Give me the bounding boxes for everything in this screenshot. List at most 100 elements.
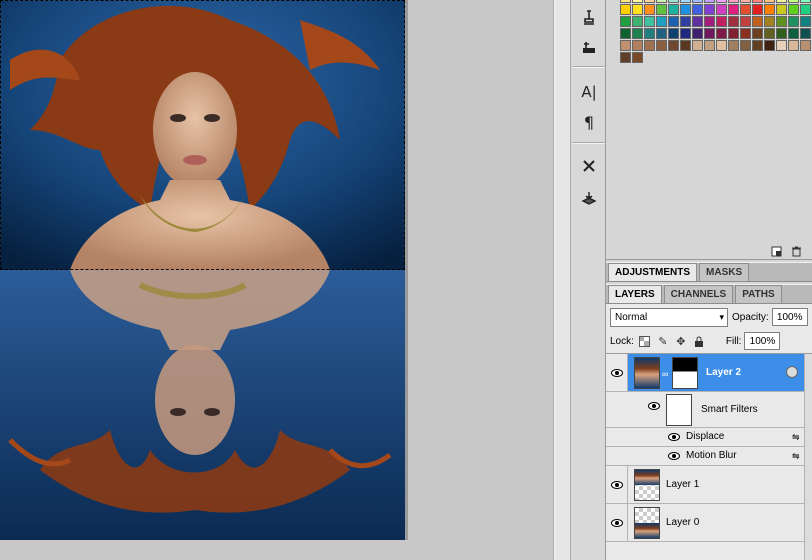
color-swatch[interactable] bbox=[620, 16, 631, 27]
color-swatch[interactable] bbox=[776, 28, 787, 39]
color-swatch[interactable] bbox=[632, 4, 643, 15]
canvas-area[interactable] bbox=[0, 0, 555, 560]
color-swatch[interactable] bbox=[752, 4, 763, 15]
color-swatch[interactable] bbox=[776, 4, 787, 15]
color-swatch[interactable] bbox=[704, 28, 715, 39]
color-swatch[interactable] bbox=[716, 4, 727, 15]
color-swatch[interactable] bbox=[680, 0, 691, 3]
clone-source-icon[interactable] bbox=[576, 6, 602, 30]
filter-options-icon[interactable]: ⇋ bbox=[792, 451, 804, 461]
tab-paths[interactable]: PATHS bbox=[735, 285, 782, 303]
color-swatch[interactable] bbox=[788, 28, 799, 39]
color-swatch[interactable] bbox=[740, 4, 751, 15]
color-swatch[interactable] bbox=[644, 0, 655, 3]
color-swatch[interactable] bbox=[704, 0, 715, 3]
tab-channels[interactable]: CHANNELS bbox=[663, 285, 734, 303]
color-swatch[interactable] bbox=[644, 28, 655, 39]
color-swatch[interactable] bbox=[800, 16, 811, 27]
color-swatch[interactable] bbox=[680, 16, 691, 27]
color-swatch[interactable] bbox=[704, 16, 715, 27]
color-swatch[interactable] bbox=[668, 16, 679, 27]
color-swatch[interactable] bbox=[728, 4, 739, 15]
color-swatch[interactable] bbox=[692, 16, 703, 27]
color-swatch[interactable] bbox=[776, 16, 787, 27]
new-swatch-icon[interactable] bbox=[770, 245, 782, 257]
lock-position-icon[interactable]: ✥ bbox=[674, 334, 688, 348]
tab-masks[interactable]: MASKS bbox=[699, 263, 750, 281]
color-swatch[interactable] bbox=[728, 0, 739, 3]
opacity-input[interactable]: 100% bbox=[771, 308, 808, 326]
color-swatch[interactable] bbox=[620, 40, 631, 51]
color-swatch[interactable] bbox=[740, 16, 751, 27]
visibility-toggle[interactable] bbox=[606, 466, 628, 503]
color-swatch[interactable] bbox=[656, 28, 667, 39]
color-swatch[interactable] bbox=[632, 40, 643, 51]
visibility-toggle[interactable] bbox=[606, 504, 628, 541]
color-swatch[interactable] bbox=[800, 28, 811, 39]
trash-icon[interactable] bbox=[790, 245, 802, 257]
color-swatch[interactable] bbox=[668, 40, 679, 51]
color-swatch[interactable] bbox=[764, 0, 775, 3]
color-swatch[interactable] bbox=[764, 4, 775, 15]
color-swatch[interactable] bbox=[800, 0, 811, 3]
color-swatch[interactable] bbox=[728, 16, 739, 27]
color-swatch[interactable] bbox=[632, 0, 643, 3]
color-swatch[interactable] bbox=[788, 4, 799, 15]
color-swatch[interactable] bbox=[632, 28, 643, 39]
color-swatch[interactable] bbox=[692, 0, 703, 3]
color-swatch[interactable] bbox=[620, 0, 631, 3]
layers-scrollbar[interactable] bbox=[804, 354, 812, 560]
color-swatch[interactable] bbox=[752, 28, 763, 39]
color-swatch[interactable] bbox=[620, 4, 631, 15]
color-swatch[interactable] bbox=[644, 40, 655, 51]
color-swatch[interactable] bbox=[716, 16, 727, 27]
color-swatch[interactable] bbox=[632, 16, 643, 27]
filter-options-icon[interactable]: ⇋ bbox=[792, 432, 804, 442]
color-swatch[interactable] bbox=[788, 16, 799, 27]
visibility-toggle[interactable] bbox=[606, 354, 628, 391]
filter-row-displace[interactable]: Displace ⇋ bbox=[606, 428, 812, 447]
layer-row-layer-0[interactable]: Layer 0 bbox=[606, 504, 812, 542]
visibility-toggle[interactable] bbox=[648, 402, 660, 410]
color-swatch[interactable] bbox=[788, 0, 799, 3]
color-swatch[interactable] bbox=[656, 16, 667, 27]
fill-input[interactable]: 100% bbox=[744, 332, 781, 350]
color-swatch[interactable] bbox=[668, 0, 679, 3]
layer-row-layer-2[interactable]: ∞ Layer 2 bbox=[606, 354, 812, 392]
tab-layers[interactable]: LAYERS bbox=[608, 285, 662, 303]
color-swatch[interactable] bbox=[692, 4, 703, 15]
layer-row-layer-1[interactable]: Layer 1 bbox=[606, 466, 812, 504]
color-swatch[interactable] bbox=[788, 40, 799, 51]
color-swatch[interactable] bbox=[800, 4, 811, 15]
visibility-toggle[interactable] bbox=[668, 433, 680, 441]
color-swatch[interactable] bbox=[680, 28, 691, 39]
color-swatch[interactable] bbox=[728, 40, 739, 51]
color-swatch[interactable] bbox=[752, 16, 763, 27]
blend-mode-select[interactable]: Normal ▾ bbox=[610, 307, 728, 327]
lock-all-icon[interactable] bbox=[692, 334, 706, 348]
color-swatch[interactable] bbox=[740, 0, 751, 3]
smart-filters-row[interactable]: Smart Filters bbox=[606, 392, 812, 428]
color-swatch[interactable] bbox=[656, 4, 667, 15]
color-swatch[interactable] bbox=[692, 40, 703, 51]
document-canvas[interactable] bbox=[0, 0, 405, 540]
color-swatch[interactable] bbox=[692, 28, 703, 39]
lock-brush-icon[interactable]: ✎ bbox=[656, 334, 670, 348]
color-swatch[interactable] bbox=[752, 0, 763, 3]
color-swatch[interactable] bbox=[704, 40, 715, 51]
color-swatch[interactable] bbox=[728, 28, 739, 39]
color-swatch[interactable] bbox=[668, 28, 679, 39]
lock-transparency-icon[interactable] bbox=[638, 334, 652, 348]
3d-icon[interactable] bbox=[576, 186, 602, 210]
color-swatch[interactable] bbox=[740, 40, 751, 51]
color-swatch[interactable] bbox=[716, 40, 727, 51]
color-swatch[interactable] bbox=[680, 4, 691, 15]
color-swatch[interactable] bbox=[620, 28, 631, 39]
color-swatch[interactable] bbox=[764, 28, 775, 39]
color-swatch[interactable] bbox=[680, 40, 691, 51]
tools-icon[interactable] bbox=[576, 154, 602, 178]
color-swatch[interactable] bbox=[752, 40, 763, 51]
visibility-toggle[interactable] bbox=[668, 452, 680, 460]
color-swatch[interactable] bbox=[656, 40, 667, 51]
color-swatch[interactable] bbox=[764, 40, 775, 51]
